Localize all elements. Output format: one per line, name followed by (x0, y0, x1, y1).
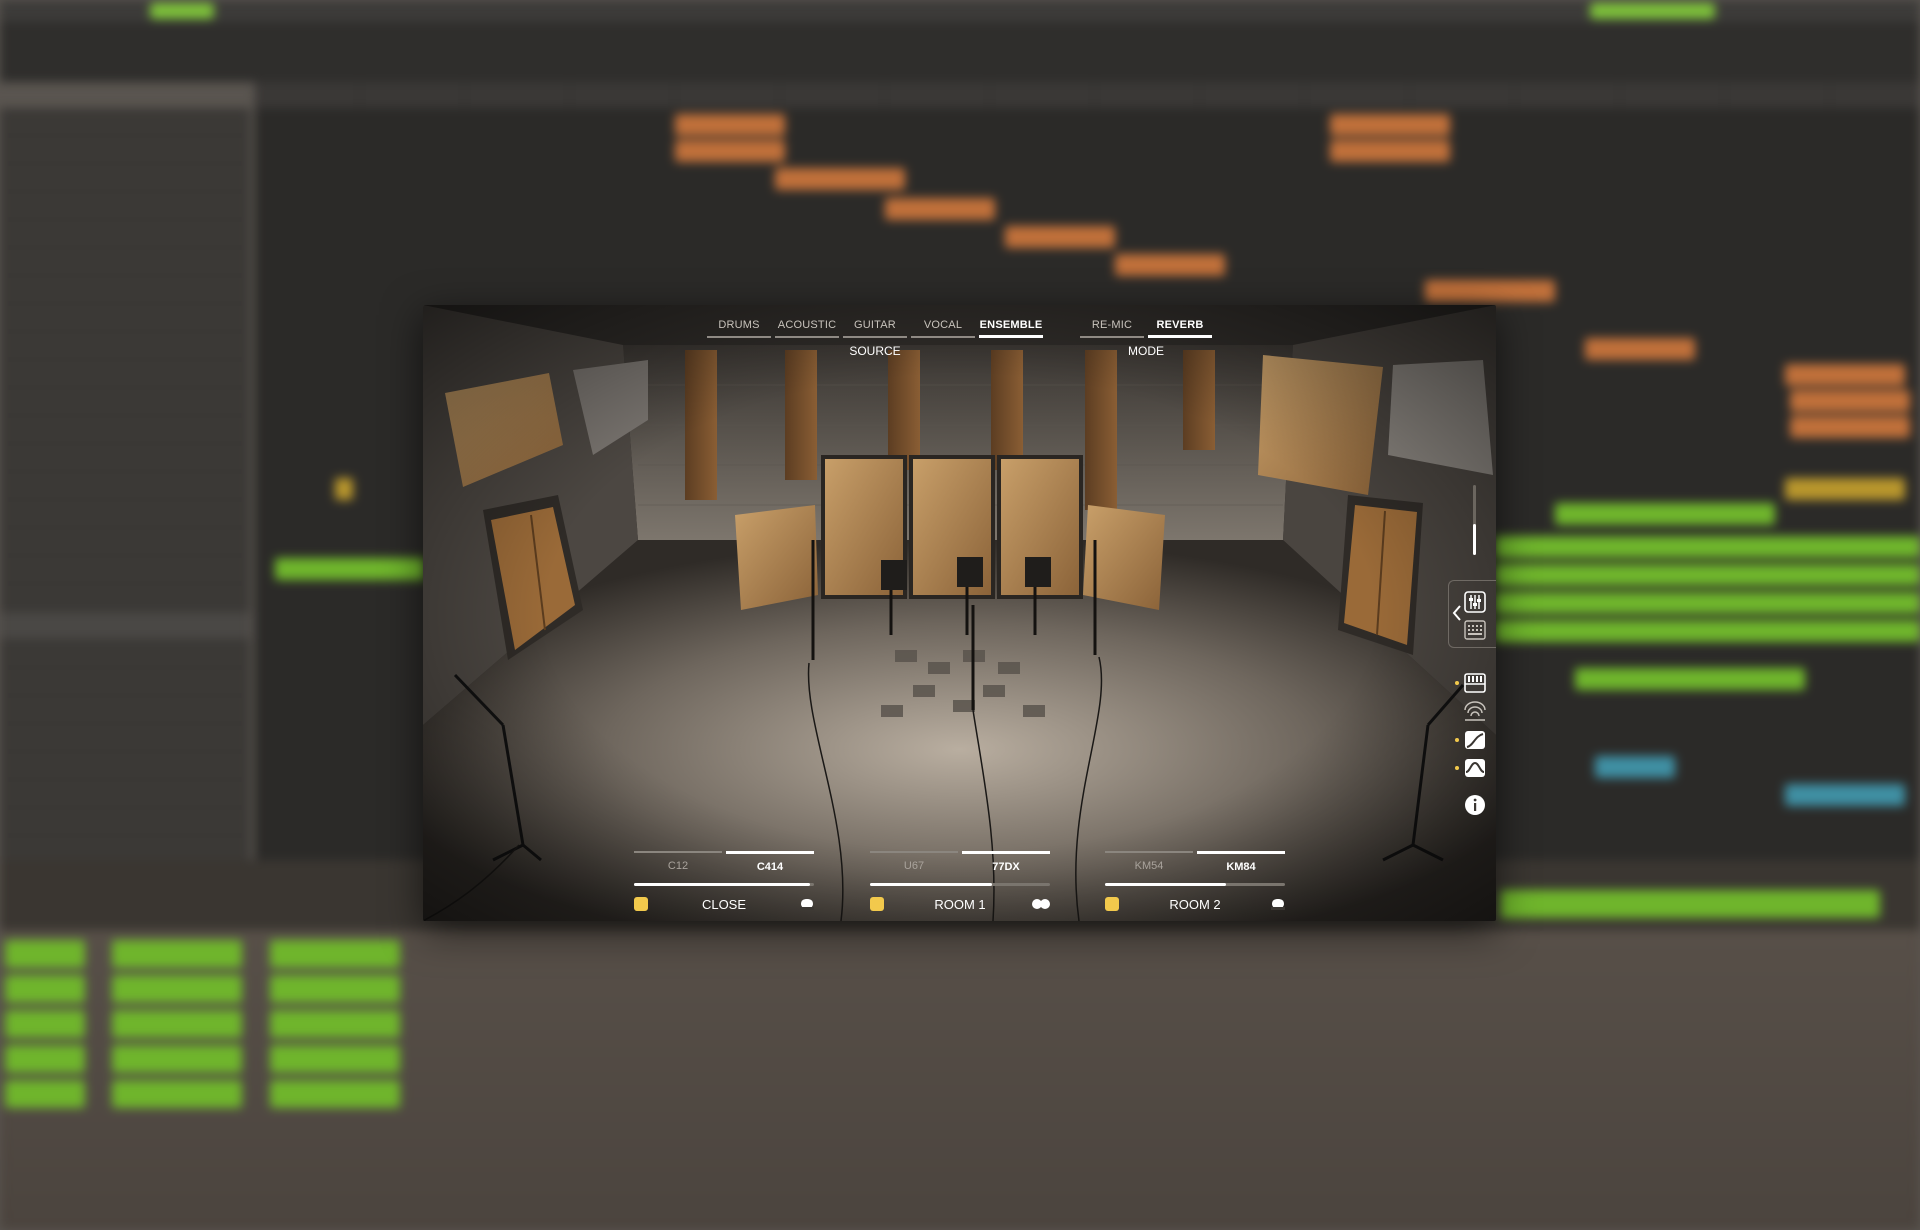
mic-group-room-1: U67 77DX ROOM 1 (870, 851, 1050, 914)
output-level-slider[interactable] (1473, 485, 1476, 555)
room-1-level-fill (870, 883, 993, 886)
tab-ensemble[interactable]: ENSEMBLE (979, 319, 1043, 338)
studio-room-illustration (423, 305, 1496, 921)
close-level-slider[interactable] (634, 883, 814, 886)
active-indicator-dot (1455, 681, 1459, 685)
piano-keys-icon[interactable] (1463, 671, 1487, 695)
daw-toolbar-pill (1590, 3, 1715, 19)
tab-reverb[interactable]: REVERB (1148, 319, 1212, 338)
mode-tabs: RE-MIC REVERB (1080, 319, 1212, 338)
tab-drums[interactable]: DRUMS (707, 319, 771, 338)
mic-group-room-2: KM54 KM84 ROOM 2 (1105, 851, 1285, 914)
mixer-icon[interactable] (1463, 590, 1487, 614)
figure-eight-icon[interactable] (1032, 898, 1050, 910)
close-mic-label: CLOSE (701, 897, 747, 912)
curve-icon[interactable] (1463, 728, 1487, 752)
tab-vocal[interactable]: VOCAL (911, 319, 975, 338)
daw-live-loops-grid (0, 890, 1920, 1230)
daw-track-list (0, 108, 250, 860)
close-level-fill (634, 883, 811, 886)
room-1-mic-label: ROOM 1 (934, 897, 986, 912)
cardioid-icon[interactable] (1271, 898, 1285, 910)
daw-toolbar-pill (150, 3, 214, 19)
tab-guitar[interactable]: GUITAR (843, 319, 907, 338)
active-indicator-dot (1455, 766, 1459, 770)
collapse-chevron-icon[interactable] (1450, 603, 1464, 623)
mic-option-77dx[interactable]: 77DX (962, 851, 1050, 873)
daw-control-bar (0, 0, 1920, 22)
mic-option-u67[interactable]: U67 (870, 851, 958, 873)
source-label: SOURCE (849, 344, 901, 358)
room-2-level-fill (1105, 883, 1226, 886)
room-2-mic-label: ROOM 2 (1169, 897, 1221, 912)
output-level-fill (1473, 523, 1476, 555)
mode-label: MODE (1128, 344, 1164, 358)
side-panel (1446, 305, 1496, 921)
active-indicator-dot (1455, 738, 1459, 742)
reverb-waves-icon[interactable] (1463, 699, 1487, 723)
cardioid-icon[interactable] (800, 898, 814, 910)
mic-option-c414[interactable]: C414 (726, 851, 814, 873)
daw-ruler (0, 22, 1920, 82)
mic-option-km84[interactable]: KM84 (1197, 851, 1285, 873)
plugin-window: DRUMS ACOUSTIC GUITAR VOCAL ENSEMBLE SOU… (423, 305, 1496, 921)
mic-option-km54[interactable]: KM54 (1105, 851, 1193, 873)
room-1-level-slider[interactable] (870, 883, 1050, 886)
keyboard-grid-icon[interactable] (1463, 618, 1487, 642)
room-2-level-slider[interactable] (1105, 883, 1285, 886)
tab-acoustic[interactable]: ACOUSTIC (775, 319, 839, 338)
mic-group-close: C12 C414 CLOSE (634, 851, 814, 914)
source-tabs: DRUMS ACOUSTIC GUITAR VOCAL ENSEMBLE (707, 319, 1043, 338)
mic-option-c12[interactable]: C12 (634, 851, 722, 873)
tab-re-mic[interactable]: RE-MIC (1080, 319, 1144, 338)
info-icon[interactable] (1463, 793, 1487, 817)
eq-icon[interactable] (1463, 756, 1487, 780)
daw-marker-track (255, 82, 1920, 139)
